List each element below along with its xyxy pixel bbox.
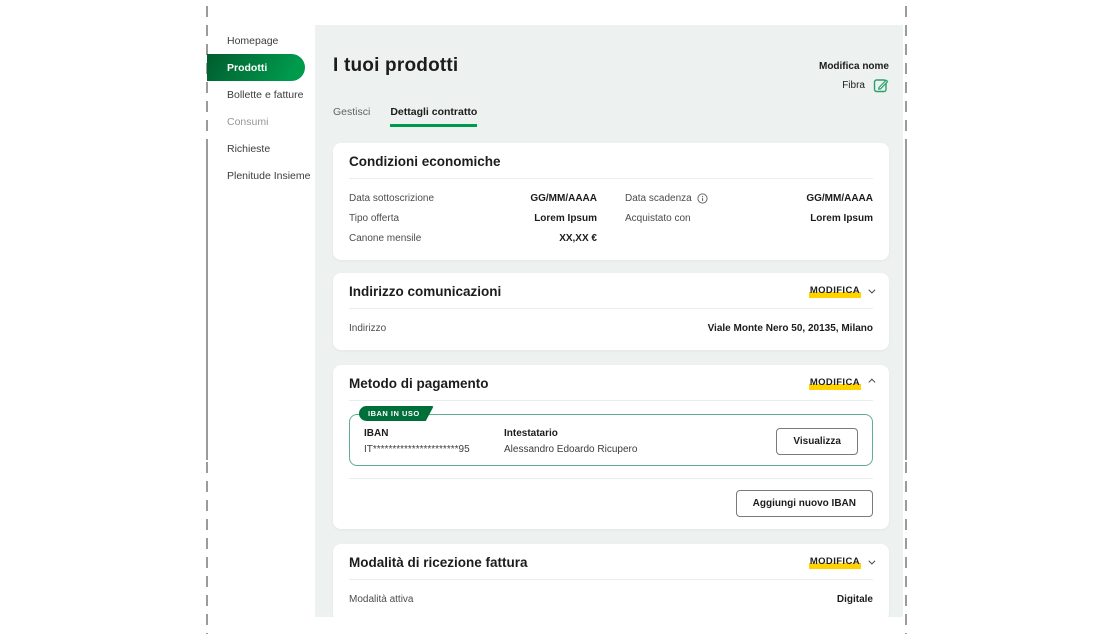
row-value: Lorem Ipsum (534, 213, 597, 224)
rename-title: Modifica nome (819, 61, 889, 72)
modifica-label: MODIFICA (809, 285, 861, 298)
chevron-down-icon (868, 558, 875, 565)
modifica-fattura-button[interactable]: MODIFICA (809, 556, 873, 569)
row-label: Data scadenza (625, 193, 708, 204)
main-content: I tuoi prodotti Modifica nome Fibra Gest… (315, 25, 903, 617)
rename-product-block: Modifica nome Fibra (819, 61, 889, 93)
row-value: GG/MM/AAAA (806, 193, 873, 204)
iban-in-use-box: IBAN IN USO IBAN IT*********************… (349, 414, 873, 466)
iban-label: IBAN (364, 428, 504, 439)
sidebar-item-consumi[interactable]: Consumi (207, 108, 315, 135)
tab-gestisci[interactable]: Gestisci (333, 106, 370, 127)
card-indirizzo-comunicazioni: Indirizzo comunicazioni MODIFICA Indiriz… (333, 273, 889, 350)
row-label: Acquistato con (625, 213, 691, 224)
row-tipo-offerta: Tipo offerta Lorem Ipsum (349, 208, 597, 228)
sidebar-item-richieste[interactable]: Richieste (207, 135, 315, 162)
holder-value: Alessandro Edoardo Ricupero (504, 444, 776, 455)
visualizza-button[interactable]: Visualizza (776, 428, 858, 455)
modifica-indirizzo-button[interactable]: MODIFICA (809, 285, 873, 298)
sidebar-item-plenitude-insieme[interactable]: Plenitude Insieme (207, 162, 315, 189)
row-label: Modalità attiva (349, 594, 413, 605)
card-title: Metodo di pagamento (349, 376, 489, 391)
sidebar-item-prodotti[interactable]: Prodotti (207, 54, 305, 81)
chevron-up-icon (868, 379, 875, 386)
row-value: Digitale (837, 594, 873, 605)
divider (349, 400, 873, 401)
modifica-label: MODIFICA (809, 377, 861, 390)
card-condizioni-economiche: Condizioni economiche Data sottoscrizion… (333, 143, 889, 260)
sidebar-item-homepage[interactable]: Homepage (207, 27, 315, 54)
card-title: Modalità di ricezione fattura (349, 555, 528, 570)
sidebar-item-bollette-e-fatture[interactable]: Bollette e fatture (207, 81, 315, 108)
info-icon[interactable] (697, 193, 708, 204)
row-indirizzo: Indirizzo Viale Monte Nero 50, 20135, Mi… (349, 318, 873, 338)
sidebar: Homepage Prodotti Bollette e fatture Con… (207, 27, 315, 189)
row-data-scadenza: Data scadenza GG/MM/AAAA (625, 188, 873, 208)
row-modalita-attiva: Modalità attiva Digitale (349, 589, 873, 609)
divider (349, 178, 873, 179)
holder-column: Intestatario Alessandro Edoardo Ricupero (504, 428, 776, 455)
right-guide-solid-segment (905, 143, 907, 460)
iban-column: IBAN IT**********************95 (364, 428, 504, 455)
divider (349, 308, 873, 309)
divider (349, 579, 873, 580)
card-metodo-di-pagamento: Metodo di pagamento MODIFICA IBAN IN USO… (333, 365, 889, 529)
row-label: Tipo offerta (349, 213, 399, 224)
row-acquistato-con: Acquistato con Lorem Ipsum (625, 208, 873, 228)
holder-label: Intestatario (504, 428, 776, 439)
row-canone-mensile: Canone mensile XX,XX € (349, 228, 597, 248)
modifica-label: MODIFICA (809, 556, 861, 569)
product-name: Fibra (842, 80, 865, 91)
row-label: Data sottoscrizione (349, 193, 434, 204)
aggiungi-nuovo-iban-button[interactable]: Aggiungi nuovo IBAN (736, 490, 873, 517)
card-title: Condizioni economiche (349, 154, 501, 169)
edit-pencil-icon[interactable] (873, 77, 889, 93)
chevron-down-icon (868, 287, 875, 294)
row-empty (625, 228, 873, 248)
row-value: Viale Monte Nero 50, 20135, Milano (708, 323, 873, 334)
tab-dettagli-contratto[interactable]: Dettagli contratto (390, 106, 477, 127)
row-value: GG/MM/AAAA (530, 193, 597, 204)
product-tabs: Gestisci Dettagli contratto (333, 106, 889, 127)
modifica-pagamento-button[interactable]: MODIFICA (809, 377, 873, 390)
row-value: XX,XX € (559, 233, 597, 244)
page-title: I tuoi prodotti (333, 55, 458, 77)
row-data-sottoscrizione: Data sottoscrizione GG/MM/AAAA (349, 188, 597, 208)
row-label: Canone mensile (349, 233, 421, 244)
row-value: Lorem Ipsum (810, 213, 873, 224)
page: Homepage Prodotti Bollette e fatture Con… (0, 0, 1113, 640)
card-title: Indirizzo comunicazioni (349, 284, 501, 299)
left-guide-solid-segment (206, 143, 208, 460)
card-modalita-ricezione-fattura: Modalità di ricezione fattura MODIFICA M… (333, 544, 889, 617)
iban-in-uso-badge: IBAN IN USO (359, 406, 434, 421)
divider (349, 478, 873, 479)
row-label: Indirizzo (349, 323, 386, 334)
iban-value: IT**********************95 (364, 444, 504, 455)
